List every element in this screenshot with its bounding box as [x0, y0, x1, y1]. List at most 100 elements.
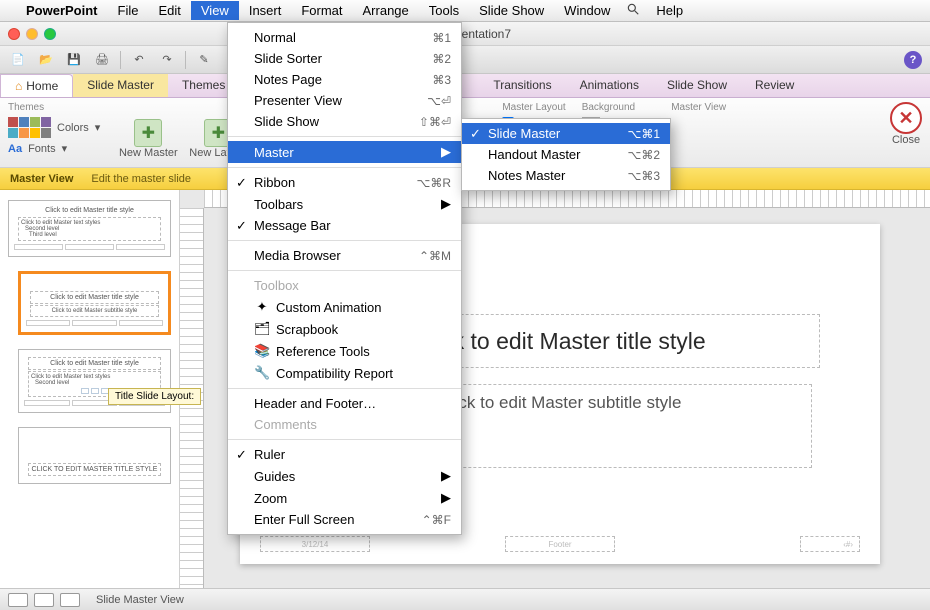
menu-item-ribbon[interactable]: ✓Ribbon⌥⌘R [228, 172, 461, 193]
home-icon: ⌂ [15, 79, 22, 93]
submenu-arrow-icon: ▶ [441, 144, 451, 160]
open-button[interactable]: 📂 [36, 50, 56, 70]
menu-item-scrapbook[interactable]: 🗂Scrapbook [228, 318, 461, 340]
thumbnail-title-layout[interactable]: Click to edit Master title style Click t… [18, 271, 171, 335]
view-sorter-button[interactable] [34, 593, 54, 607]
new-master-icon: ✚ [134, 119, 162, 147]
menu-slideshow[interactable]: Slide Show [469, 1, 554, 20]
view-normal-button[interactable] [8, 593, 28, 607]
check-icon: ✓ [236, 218, 247, 234]
ribbon-tabs: ⌂Home Slide Master Themes Transitions An… [0, 74, 930, 98]
app-menu[interactable]: PowerPoint [16, 1, 108, 20]
tab-slide-master[interactable]: Slide Master [73, 74, 168, 97]
quick-access-toolbar: 📄 📂 💾 🖨 ↶ ↷ ✎ ? [0, 46, 930, 74]
menu-item-header-footer[interactable]: Header and Footer… [228, 393, 461, 414]
dropdown-icon[interactable]: ▾ [95, 121, 101, 134]
footer-placeholder[interactable]: Footer [505, 536, 615, 552]
undo-button[interactable]: ↶ [129, 50, 149, 70]
thumb-text: Third level [21, 232, 158, 238]
tab-transitions[interactable]: Transitions [479, 74, 565, 97]
menu-file[interactable]: File [108, 1, 149, 20]
menu-item-message-bar[interactable]: ✓Message Bar [228, 215, 461, 236]
slidenumber-placeholder[interactable]: ‹#› [800, 536, 860, 552]
group-themes: Themes Colors▾ Aa Fonts▾ [8, 102, 100, 155]
menu-arrange[interactable]: Arrange [353, 1, 419, 20]
books-icon: 📚 [254, 343, 270, 359]
date-placeholder[interactable]: 3/12/14 [260, 536, 370, 552]
submenu-arrow-icon: ▶ [441, 490, 451, 506]
menu-spotlight[interactable] [620, 0, 646, 21]
check-icon: ✓ [236, 447, 247, 463]
group-master-view-label: Master View [671, 102, 726, 113]
group-master-layout-label: Master Layout [502, 102, 565, 113]
menu-tools[interactable]: Tools [419, 1, 469, 20]
tab-review[interactable]: Review [741, 74, 808, 97]
window-titlebar: Presentation7 [0, 22, 930, 46]
new-doc-button[interactable]: 📄 [8, 50, 28, 70]
print-button[interactable]: 🖨 [92, 50, 112, 70]
thumbnail-master[interactable]: Click to edit Master title style Click t… [8, 200, 171, 257]
redo-button[interactable]: ↷ [157, 50, 177, 70]
save-button[interactable]: 💾 [64, 50, 84, 70]
fonts-icon: Aa [8, 143, 22, 155]
traffic-lights[interactable] [8, 28, 56, 40]
thumbnail-tooltip: Title Slide Layout: [108, 388, 201, 405]
menu-item-slide-show[interactable]: Slide Show⇧⌘⏎ [228, 111, 461, 132]
thumbnail-layout[interactable]: CLICK TO EDIT MASTER TITLE STYLE [18, 427, 171, 484]
menu-edit[interactable]: Edit [148, 1, 190, 20]
minimize-window-icon[interactable] [26, 28, 38, 40]
scrapbook-icon: 🗂 [254, 321, 270, 337]
mac-menubar: PowerPoint File Edit View Insert Format … [0, 0, 930, 22]
menu-item-guides[interactable]: Guides▶ [228, 465, 461, 487]
menu-item-notes-page[interactable]: Notes Page⌘3 [228, 69, 461, 90]
status-text: Slide Master View [96, 594, 184, 606]
close-master-view-button[interactable]: ✕ Close [890, 102, 922, 146]
view-slideshow-button[interactable] [60, 593, 80, 607]
menu-item-comments: Comments [228, 414, 461, 435]
submenu-item-handout-master[interactable]: Handout Master⌥⌘2 [462, 144, 670, 165]
group-master-view: Master View [671, 102, 726, 113]
submenu-item-notes-master[interactable]: Notes Master⌥⌘3 [462, 165, 670, 186]
menu-help[interactable]: Help [646, 1, 693, 20]
thumb-title: CLICK TO EDIT MASTER TITLE STYLE [28, 463, 161, 476]
menu-item-compatibility-report[interactable]: 🔧Compatibility Report [228, 362, 461, 384]
group-background-label: Background [582, 102, 635, 113]
fonts-button[interactable]: Fonts [28, 143, 56, 155]
thumb-title: Click to edit Master title style [30, 291, 159, 304]
menu-item-ruler[interactable]: ✓Ruler [228, 444, 461, 465]
tab-slideshow[interactable]: Slide Show [653, 74, 741, 97]
zoom-window-icon[interactable] [44, 28, 56, 40]
close-icon: ✕ [890, 102, 922, 134]
menu-item-toolbars[interactable]: Toolbars▶ [228, 193, 461, 215]
menu-window[interactable]: Window [554, 1, 620, 20]
menu-item-master[interactable]: Master▶ [228, 141, 461, 163]
tab-home[interactable]: ⌂Home [0, 74, 73, 97]
colors-button[interactable]: Colors [57, 122, 89, 134]
menu-format[interactable]: Format [291, 1, 352, 20]
format-button[interactable]: ✎ [194, 50, 214, 70]
menu-header-toolbox: Toolbox [228, 275, 461, 296]
thumb-text: Second level [31, 380, 158, 386]
menu-insert[interactable]: Insert [239, 1, 292, 20]
master-view-banner-subtitle: Edit the master slide [91, 173, 191, 185]
menu-item-media-browser[interactable]: Media Browser⌃⌘M [228, 245, 461, 266]
new-master-button[interactable]: ✚New Master [116, 117, 180, 159]
close-window-icon[interactable] [8, 28, 20, 40]
help-button[interactable]: ? [904, 51, 922, 69]
menu-item-normal[interactable]: Normal⌘1 [228, 27, 461, 48]
menu-item-slide-sorter[interactable]: Slide Sorter⌘2 [228, 48, 461, 69]
tab-animations[interactable]: Animations [566, 74, 653, 97]
thumb-text: Click to edit Master subtitle style [30, 305, 159, 317]
menu-item-reference-tools[interactable]: 📚Reference Tools [228, 340, 461, 362]
menu-item-custom-animation[interactable]: ✦Custom Animation [228, 296, 461, 318]
menu-item-presenter-view[interactable]: Presenter View⌥⏎ [228, 90, 461, 111]
master-view-banner-title: Master View [10, 173, 73, 185]
menu-view[interactable]: View [191, 1, 239, 20]
new-master-label: New Master [119, 147, 178, 159]
dropdown-icon[interactable]: ▾ [62, 142, 68, 155]
menu-item-zoom[interactable]: Zoom▶ [228, 487, 461, 509]
menu-item-enter-full-screen[interactable]: Enter Full Screen⌃⌘F [228, 509, 461, 530]
master-submenu[interactable]: ✓Slide Master⌥⌘1 Handout Master⌥⌘2 Notes… [461, 118, 671, 191]
view-menu[interactable]: Normal⌘1 Slide Sorter⌘2 Notes Page⌘3 Pre… [227, 22, 462, 535]
submenu-item-slide-master[interactable]: ✓Slide Master⌥⌘1 [462, 123, 670, 144]
